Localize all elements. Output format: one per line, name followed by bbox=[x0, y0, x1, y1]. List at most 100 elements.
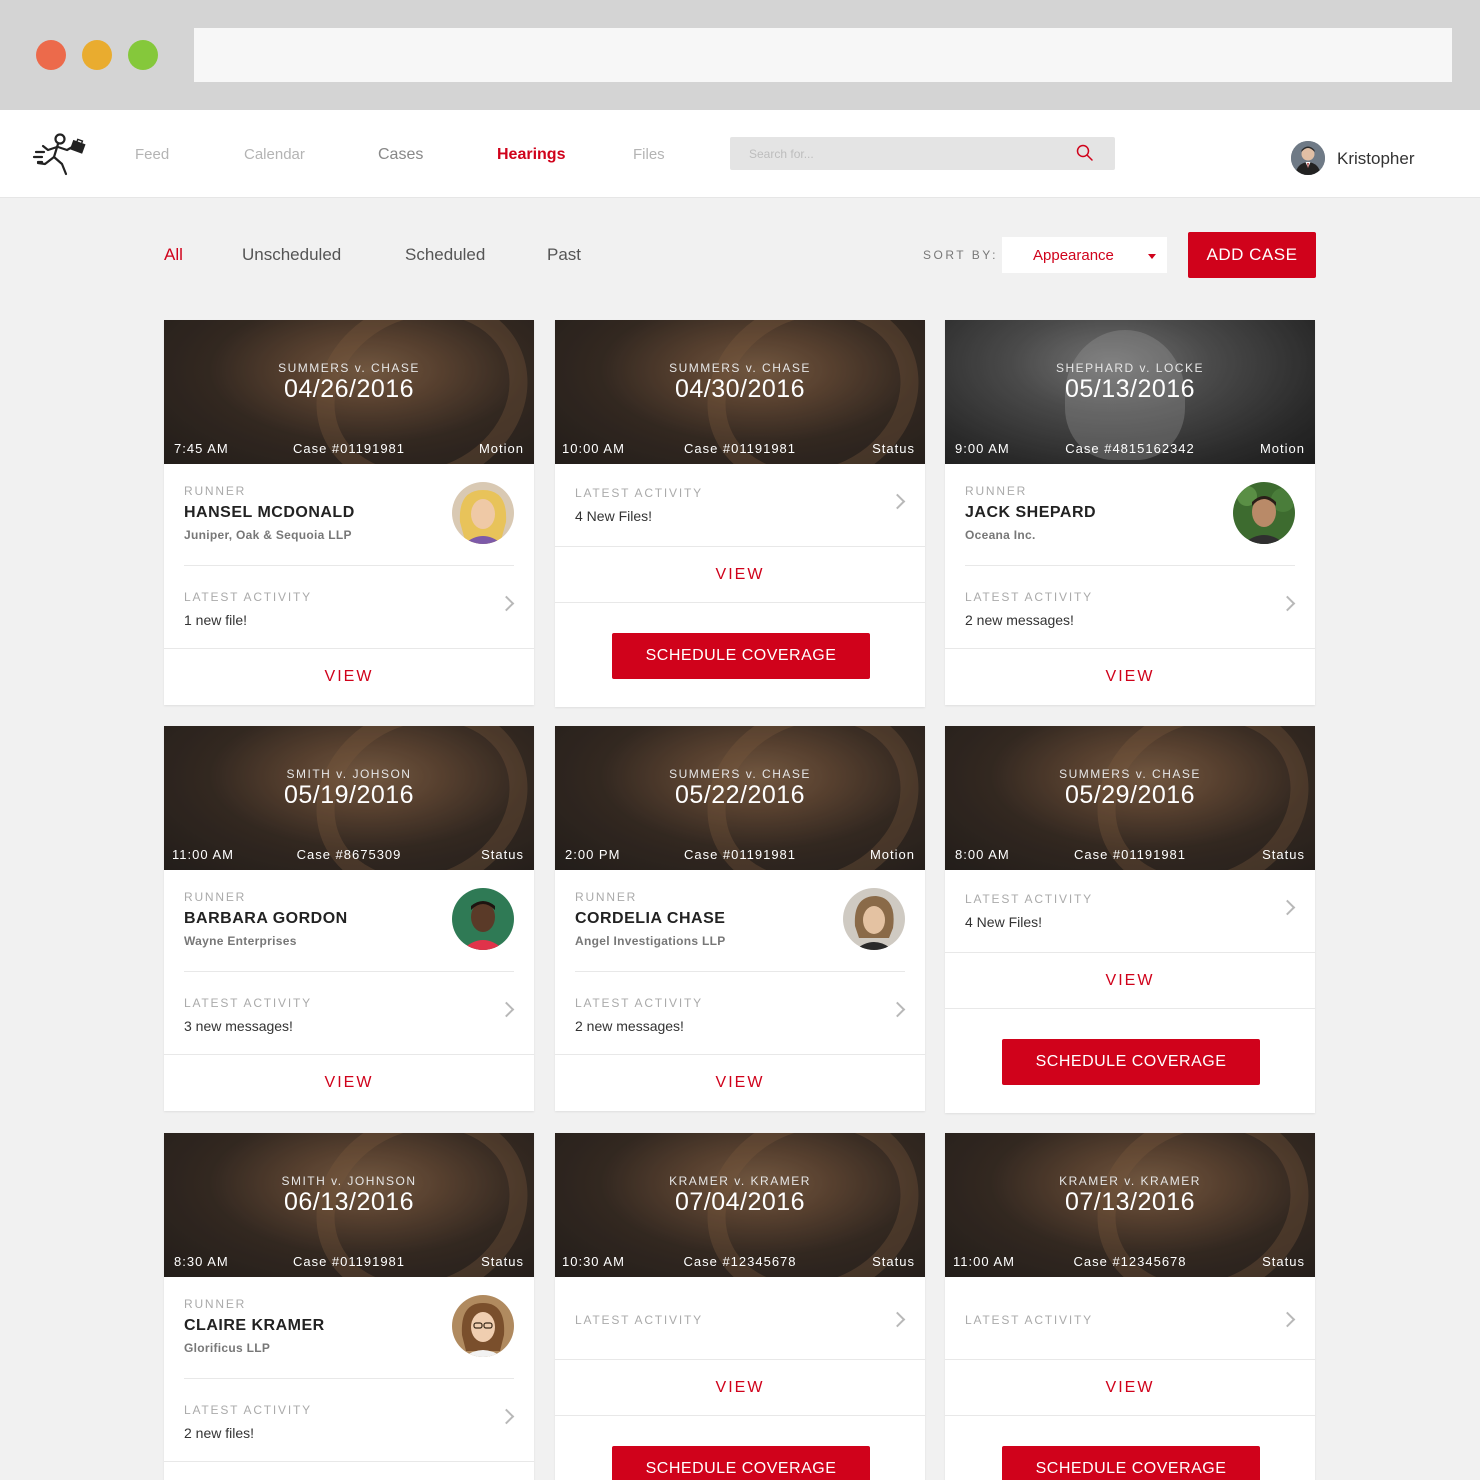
hearing-card: SUMMERS v. CHASE 04/30/2016 10:00 AM Cas… bbox=[555, 320, 925, 707]
case-title: SUMMERS v. CHASE bbox=[669, 361, 811, 375]
view-button[interactable]: VIEW bbox=[945, 1360, 1315, 1416]
view-button[interactable]: VIEW bbox=[164, 1462, 534, 1480]
view-button[interactable]: VIEW bbox=[945, 649, 1315, 705]
latest-activity-text: 3 new messages! bbox=[184, 1018, 293, 1034]
case-number: Case #01191981 bbox=[1073, 847, 1187, 862]
latest-activity-row[interactable]: LATEST ACTIVITY bbox=[945, 1277, 1315, 1360]
address-bar[interactable] bbox=[194, 28, 1452, 82]
case-number: Case #01191981 bbox=[683, 441, 797, 456]
card-header[interactable]: SMITH v. JOHNSON 06/13/2016 8:30 AM Case… bbox=[164, 1133, 534, 1277]
card-header[interactable]: SMITH v. JOHSON 05/19/2016 11:00 AM Case… bbox=[164, 726, 534, 870]
runner-firm: Angel Investigations LLP bbox=[575, 934, 726, 948]
runner-avatar[interactable] bbox=[843, 888, 905, 950]
runner-avatar[interactable] bbox=[452, 482, 514, 544]
latest-activity-row[interactable]: LATEST ACTIVITY 4 New Files! bbox=[555, 464, 925, 547]
latest-activity-label: LATEST ACTIVITY bbox=[575, 486, 703, 500]
chevron-right-icon bbox=[498, 595, 515, 612]
chevron-right-icon bbox=[1279, 1311, 1296, 1328]
runner-label: RUNNER bbox=[184, 484, 247, 498]
hearing-date: 04/26/2016 bbox=[283, 375, 415, 403]
latest-activity-row[interactable]: LATEST ACTIVITY 1 new file! bbox=[164, 566, 534, 649]
chevron-right-icon bbox=[1279, 899, 1296, 916]
view-button[interactable]: VIEW bbox=[555, 1055, 925, 1111]
add-case-button[interactable]: ADD CASE bbox=[1188, 232, 1316, 278]
runner-avatar[interactable] bbox=[452, 1295, 514, 1357]
nav-cases[interactable]: Cases bbox=[378, 146, 423, 164]
user-avatar[interactable] bbox=[1291, 141, 1325, 175]
search-input[interactable] bbox=[730, 137, 1060, 170]
card-header[interactable]: SUMMERS v. CHASE 04/30/2016 10:00 AM Cas… bbox=[555, 320, 925, 464]
view-button[interactable]: VIEW bbox=[164, 1055, 534, 1111]
minimize-window-button[interactable] bbox=[82, 40, 112, 70]
nav-calendar[interactable]: Calendar bbox=[244, 146, 305, 163]
view-button[interactable]: VIEW bbox=[164, 649, 534, 705]
close-window-button[interactable] bbox=[36, 40, 66, 70]
latest-activity-label: LATEST ACTIVITY bbox=[184, 590, 312, 604]
latest-activity-text: 4 New Files! bbox=[575, 508, 653, 524]
caret-down-icon bbox=[1148, 254, 1156, 259]
card-header[interactable]: SUMMERS v. CHASE 05/29/2016 8:00 AM Case… bbox=[945, 726, 1315, 870]
runner-name: CORDELIA CHASE bbox=[575, 910, 726, 927]
sort-dropdown-value: Appearance bbox=[1033, 247, 1114, 264]
latest-activity-text: 4 New Files! bbox=[965, 914, 1043, 930]
latest-activity-row[interactable]: LATEST ACTIVITY 3 new messages! bbox=[164, 972, 534, 1055]
hearing-type: Status bbox=[872, 1254, 915, 1269]
schedule-coverage-button[interactable]: SCHEDULE COVERAGE bbox=[612, 633, 870, 679]
case-title: KRAMER v. KRAMER bbox=[1059, 1174, 1201, 1188]
sort-dropdown[interactable]: Appearance bbox=[1002, 237, 1167, 273]
filter-past-tab[interactable]: Past bbox=[547, 245, 581, 265]
runner-section: RUNNER JACK SHEPARD Oceana Inc. bbox=[965, 464, 1295, 566]
schedule-coverage-button[interactable]: SCHEDULE COVERAGE bbox=[612, 1446, 870, 1480]
runner-logo-icon[interactable] bbox=[30, 130, 94, 180]
case-title: SMITH v. JOHNSON bbox=[281, 1174, 417, 1188]
case-number: Case #01191981 bbox=[292, 1254, 406, 1269]
schedule-coverage-button[interactable]: SCHEDULE COVERAGE bbox=[1002, 1039, 1260, 1085]
chevron-right-icon bbox=[498, 1001, 515, 1018]
latest-activity-label: LATEST ACTIVITY bbox=[965, 1313, 1093, 1327]
runner-firm: Wayne Enterprises bbox=[184, 934, 297, 948]
card-header[interactable]: KRAMER v. KRAMER 07/13/2016 11:00 AM Cas… bbox=[945, 1133, 1315, 1277]
runner-section: RUNNER HANSEL MCDONALD Juniper, Oak & Se… bbox=[184, 464, 514, 566]
case-title: KRAMER v. KRAMER bbox=[669, 1174, 811, 1188]
hearing-date: 07/13/2016 bbox=[1064, 1188, 1196, 1216]
latest-activity-text: 2 new messages! bbox=[575, 1018, 684, 1034]
runner-firm: Juniper, Oak & Sequoia LLP bbox=[184, 528, 352, 542]
hearing-type: Motion bbox=[478, 441, 524, 456]
card-header[interactable]: SUMMERS v. CHASE 04/26/2016 7:45 AM Case… bbox=[164, 320, 534, 464]
hearing-card: SHEPHARD v. LOCKE 05/13/2016 9:00 AM Cas… bbox=[945, 320, 1315, 705]
runner-name: BARBARA GORDON bbox=[184, 910, 348, 927]
maximize-window-button[interactable] bbox=[128, 40, 158, 70]
latest-activity-text: 2 new files! bbox=[184, 1425, 255, 1441]
view-button[interactable]: VIEW bbox=[555, 1360, 925, 1416]
hearing-card: SMITH v. JOHSON 05/19/2016 11:00 AM Case… bbox=[164, 726, 534, 1111]
latest-activity-row[interactable]: LATEST ACTIVITY 4 New Files! bbox=[945, 870, 1315, 953]
card-header[interactable]: KRAMER v. KRAMER 07/04/2016 10:30 AM Cas… bbox=[555, 1133, 925, 1277]
latest-activity-row[interactable]: LATEST ACTIVITY 2 new files! bbox=[164, 1379, 534, 1462]
case-title: SMITH v. JOHSON bbox=[286, 767, 412, 781]
search-icon[interactable] bbox=[1075, 143, 1095, 163]
latest-activity-label: LATEST ACTIVITY bbox=[184, 996, 312, 1010]
filter-scheduled-tab[interactable]: Scheduled bbox=[405, 245, 485, 265]
view-button[interactable]: VIEW bbox=[555, 547, 925, 603]
hearing-date: 05/22/2016 bbox=[674, 781, 806, 809]
runner-firm: Oceana Inc. bbox=[965, 528, 1036, 542]
runner-avatar[interactable] bbox=[1233, 482, 1295, 544]
nav-files[interactable]: Files bbox=[633, 146, 665, 163]
card-header[interactable]: SHEPHARD v. LOCKE 05/13/2016 9:00 AM Cas… bbox=[945, 320, 1315, 464]
latest-activity-row[interactable]: LATEST ACTIVITY bbox=[555, 1277, 925, 1360]
runner-label: RUNNER bbox=[575, 890, 638, 904]
runner-section: RUNNER CORDELIA CHASE Angel Investigatio… bbox=[575, 870, 905, 972]
latest-activity-row[interactable]: LATEST ACTIVITY 2 new messages! bbox=[945, 566, 1315, 649]
filter-all-tab[interactable]: All bbox=[164, 245, 183, 265]
user-name[interactable]: Kristopher bbox=[1337, 149, 1414, 169]
latest-activity-row[interactable]: LATEST ACTIVITY 2 new messages! bbox=[555, 972, 925, 1055]
chevron-right-icon bbox=[889, 1001, 906, 1018]
nav-hearings[interactable]: Hearings bbox=[497, 146, 565, 164]
filter-unscheduled-tab[interactable]: Unscheduled bbox=[242, 245, 341, 265]
runner-avatar[interactable] bbox=[452, 888, 514, 950]
nav-feed[interactable]: Feed bbox=[135, 146, 169, 163]
schedule-coverage-button[interactable]: SCHEDULE COVERAGE bbox=[1002, 1446, 1260, 1480]
hearing-type: Status bbox=[1262, 1254, 1305, 1269]
card-header[interactable]: SUMMERS v. CHASE 05/22/2016 2:00 PM Case… bbox=[555, 726, 925, 870]
view-button[interactable]: VIEW bbox=[945, 953, 1315, 1009]
